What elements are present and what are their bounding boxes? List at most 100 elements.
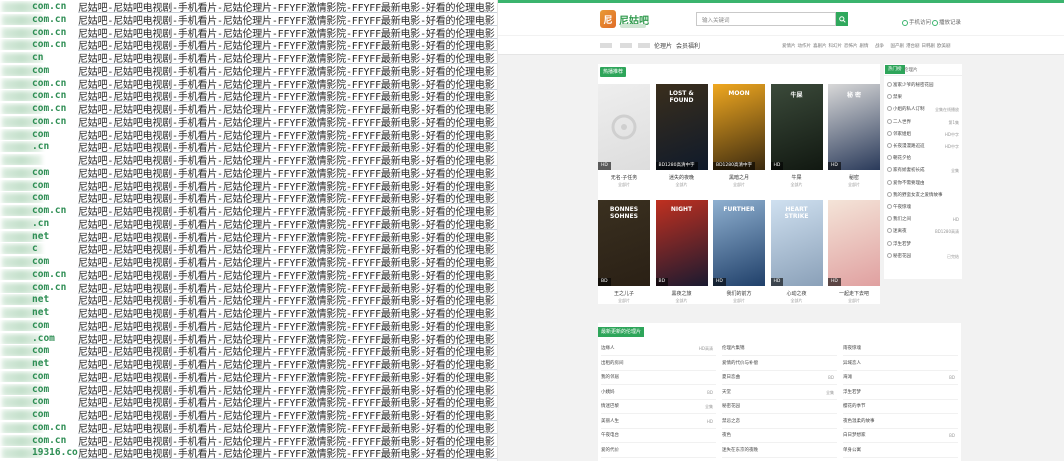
result-row[interactable]: com 尼姑吧-尼姑吧电视剧-手机看片-尼姑伦理片-FFYFF激情影院-FFYFF… (0, 370, 497, 383)
latest-item[interactable]: 海滩 BD (843, 372, 958, 385)
movie-name[interactable]: 无名·子任务 (598, 174, 650, 181)
ranking-item[interactable]: 午夜惊魂 (887, 203, 961, 212)
result-domain[interactable]: .com (0, 333, 78, 344)
result-row[interactable]: 尼姑吧-尼姑吧电视剧-手机看片-尼姑伦理片-FFYFF激情影院-FFYFF最新电… (0, 153, 497, 166)
nav-category-item[interactable]: 欧美剧 (937, 43, 951, 49)
ranking-item[interactable]: 朝花夕拾 (887, 154, 961, 163)
result-domain[interactable]: com (0, 192, 78, 204)
result-domain[interactable]: com (0, 180, 78, 191)
result-row[interactable]: net 尼姑吧-尼姑吧电视剧-手机看片-尼姑伦理片-FFYFF激情影院-FFYFF… (0, 357, 497, 370)
mobile-access-link[interactable]: 手机访问 (902, 18, 931, 26)
nav-category-item[interactable]: 剧情 (860, 43, 869, 49)
movie-poster[interactable]: HEART STRIKE HD (770, 200, 823, 286)
latest-item[interactable]: 异域恋人 (843, 358, 958, 371)
movie-name[interactable]: 秘密 (828, 174, 880, 181)
search-button[interactable] (836, 12, 848, 26)
nav-category-item[interactable]: 港台剧 (906, 43, 920, 49)
result-row[interactable]: com 尼姑吧-尼姑吧电视剧-手机看片-尼姑伦理片-FFYFF激情影院-FFYFF… (0, 408, 497, 421)
result-domain[interactable]: com (0, 371, 78, 382)
latest-item[interactable]: 爱的代价 (601, 445, 716, 458)
result-row[interactable]: com.cn 尼姑吧-尼姑吧电视剧-手机看片-尼姑伦理片-FFYFF激情影院-FF… (0, 38, 497, 52)
movie-name[interactable]: 一起走下去吧 (828, 290, 880, 297)
ranking-item[interactable]: 长夜漫漫路迢迢 HD中字 (887, 142, 961, 151)
result-domain[interactable]: com.cn (0, 282, 78, 293)
nav-item-placeholder[interactable] (638, 43, 650, 48)
result-domain[interactable]: com (0, 129, 78, 140)
result-row[interactable]: 19316.com.cn尼姑吧-尼姑吧电视剧-手机看片-尼姑伦理片-FFYFF激… (0, 446, 497, 460)
movie-name[interactable]: 心动之夜 (771, 290, 823, 297)
result-row[interactable]: com.cn 尼姑吧-尼姑吧电视剧-手机看片-尼姑伦理片-FFYFF激情影院-FF… (0, 434, 497, 447)
ranking-item[interactable]: 秘密花园 已完结 (887, 252, 961, 261)
result-row[interactable]: com 尼姑吧-尼姑吧电视剧-手机看片-尼姑伦理片-FFYFF激情影院-FFYFF… (0, 166, 497, 179)
result-row[interactable]: com 尼姑吧-尼姑吧电视剧-手机看片-尼姑伦理片-FFYFF激情影院-FFYFF… (0, 319, 497, 332)
movie-poster[interactable]: BONNES SOHNES BD (598, 200, 650, 286)
movie-poster[interactable]: LOST & FOUND BD1280高清中字 (655, 84, 708, 170)
result-row[interactable]: com.cn 尼姑吧-尼姑吧电视剧-手机看片-尼姑伦理片-FFYFF激情影院-FF… (0, 77, 497, 90)
result-row[interactable]: com.cn 尼姑吧-尼姑吧电视剧-手机看片-尼姑伦理片-FFYFF激情影院-FF… (0, 204, 497, 217)
result-domain[interactable]: cn (0, 52, 78, 63)
latest-item[interactable]: 樱花的季节 (843, 401, 958, 414)
history-link[interactable]: 播放记录 (932, 18, 961, 26)
result-domain[interactable]: com (0, 65, 78, 76)
ranking-item[interactable]: 浮生若梦 (887, 240, 961, 249)
latest-item[interactable]: 我的邻居 (601, 372, 716, 385)
result-domain[interactable] (0, 154, 78, 165)
nav-category-item[interactable]: 动作片 (798, 43, 812, 49)
nav-category-item[interactable]: 科幻片 (829, 43, 843, 49)
movie-name[interactable]: 王之儿子 (598, 290, 650, 297)
result-row[interactable]: com.cn 尼姑吧-尼姑吧电视剧-手机看片-尼姑伦理片-FFYFF激情影院-FF… (0, 89, 497, 103)
result-domain[interactable]: com.cn (0, 269, 78, 280)
result-domain[interactable]: com (0, 384, 78, 395)
ranking-item[interactable]: 富家少爷的秘密花园 (887, 81, 961, 90)
result-row[interactable]: .cn 尼姑吧-尼姑吧电视剧-手机看片-尼姑伦理片-FFYFF激情影院-FFYFF… (0, 217, 497, 230)
movie-poster[interactable]: HD (828, 200, 880, 286)
result-domain[interactable]: com.cn (0, 205, 78, 216)
result-domain[interactable]: com.cn (0, 116, 78, 127)
movie-name[interactable]: 黑暗之月 (713, 174, 765, 181)
result-domain[interactable]: net (0, 358, 78, 369)
result-domain[interactable]: com (0, 320, 78, 331)
result-row[interactable]: com 尼姑吧-尼姑吧电视剧-手机看片-尼姑伦理片-FFYFF激情影院-FFYFF… (0, 383, 497, 396)
movie-poster[interactable]: MOON BD1280高清中字 (713, 84, 765, 170)
result-domain[interactable]: c (0, 243, 78, 255)
nav-category-item[interactable]: 日韩剧 (922, 43, 936, 49)
result-row[interactable]: c 尼姑吧-尼姑吧电视剧-手机看片-尼姑伦理片-FFYFF激情影院-FFYFF最新… (0, 242, 497, 256)
movie-poster[interactable]: NIGHT BD (655, 200, 708, 286)
movie-name[interactable]: 迷失的夜晚 (656, 174, 708, 181)
result-domain[interactable]: com (0, 345, 78, 357)
latest-item[interactable]: 爱情的代价与补偿 (722, 358, 837, 371)
result-row[interactable]: com.cn 尼姑吧-尼姑吧电视剧-手机看片-尼姑伦理片-FFYFF激情影院-FF… (0, 102, 497, 115)
result-row[interactable]: com 尼姑吧-尼姑吧电视剧-手机看片-尼姑伦理片-FFYFF激情影院-FFYFF… (0, 128, 497, 141)
movie-name[interactable]: 我们的前方 (713, 290, 765, 297)
result-row[interactable]: .com 尼姑吧-尼姑吧电视剧-手机看片-尼姑伦理片-FFYFF激情影院-FFYF… (0, 332, 497, 345)
result-domain[interactable]: .cn (0, 141, 78, 153)
search-input[interactable]: 输入关键词 (696, 12, 836, 26)
ranking-item[interactable]: 爱你不需要理由 (887, 179, 961, 188)
result-row[interactable]: cn 尼姑吧-尼姑吧电视剧-手机看片-尼姑伦理片-FFYFF激情影院-FFYFF最… (0, 51, 497, 64)
result-domain[interactable]: .cn (0, 218, 78, 229)
result-domain[interactable]: com.cn (0, 422, 78, 433)
ranking-item[interactable]: 迷离夜 BD1280高清 (887, 227, 961, 236)
result-row[interactable]: com.cn 尼姑吧-尼姑吧电视剧-手机看片-尼姑伦理片-FFYFF激情影院-FF… (0, 421, 497, 434)
latest-item[interactable]: 小姨妈 BD (601, 387, 716, 400)
latest-item[interactable]: 伦理片集锦 (722, 343, 837, 356)
nav-item-vip[interactable]: 会员福利 (676, 41, 700, 50)
result-domain[interactable]: com (0, 409, 78, 420)
result-domain[interactable]: com (0, 256, 78, 267)
tab-ethics[interactable]: 伦理片 (904, 67, 918, 73)
result-row[interactable]: com 尼姑吧-尼姑吧电视剧-手机看片-尼姑伦理片-FFYFF激情影院-FFYFF… (0, 191, 497, 205)
nav-item-ethics[interactable]: 伦理片 (654, 41, 672, 50)
latest-item[interactable]: 白日梦想家 BD (843, 430, 958, 443)
nav-category-item[interactable]: 喜剧片 (813, 43, 827, 49)
latest-item[interactable]: 出租的房间 (601, 358, 716, 371)
result-row[interactable]: com 尼姑吧-尼姑吧电视剧-手机看片-尼姑伦理片-FFYFF激情影院-FFYFF… (0, 344, 497, 358)
movie-name[interactable]: 黑夜之旅 (656, 290, 708, 297)
latest-item[interactable]: 迷失在东京的夜晚 (722, 445, 837, 458)
ranking-item[interactable]: 二人世界 第1集 (887, 118, 961, 127)
result-row[interactable]: com.cn 尼姑吧-尼姑吧电视剧-手机看片-尼姑伦理片-FFYFF激情影院-FF… (0, 26, 497, 39)
latest-item[interactable]: 夜色 (722, 430, 837, 443)
latest-item[interactable]: 浮生若梦 (843, 387, 958, 400)
nav-home-placeholder[interactable] (600, 43, 612, 48)
result-domain[interactable]: com.cn (0, 27, 78, 38)
latest-item[interactable]: 单身公寓 (843, 445, 958, 458)
